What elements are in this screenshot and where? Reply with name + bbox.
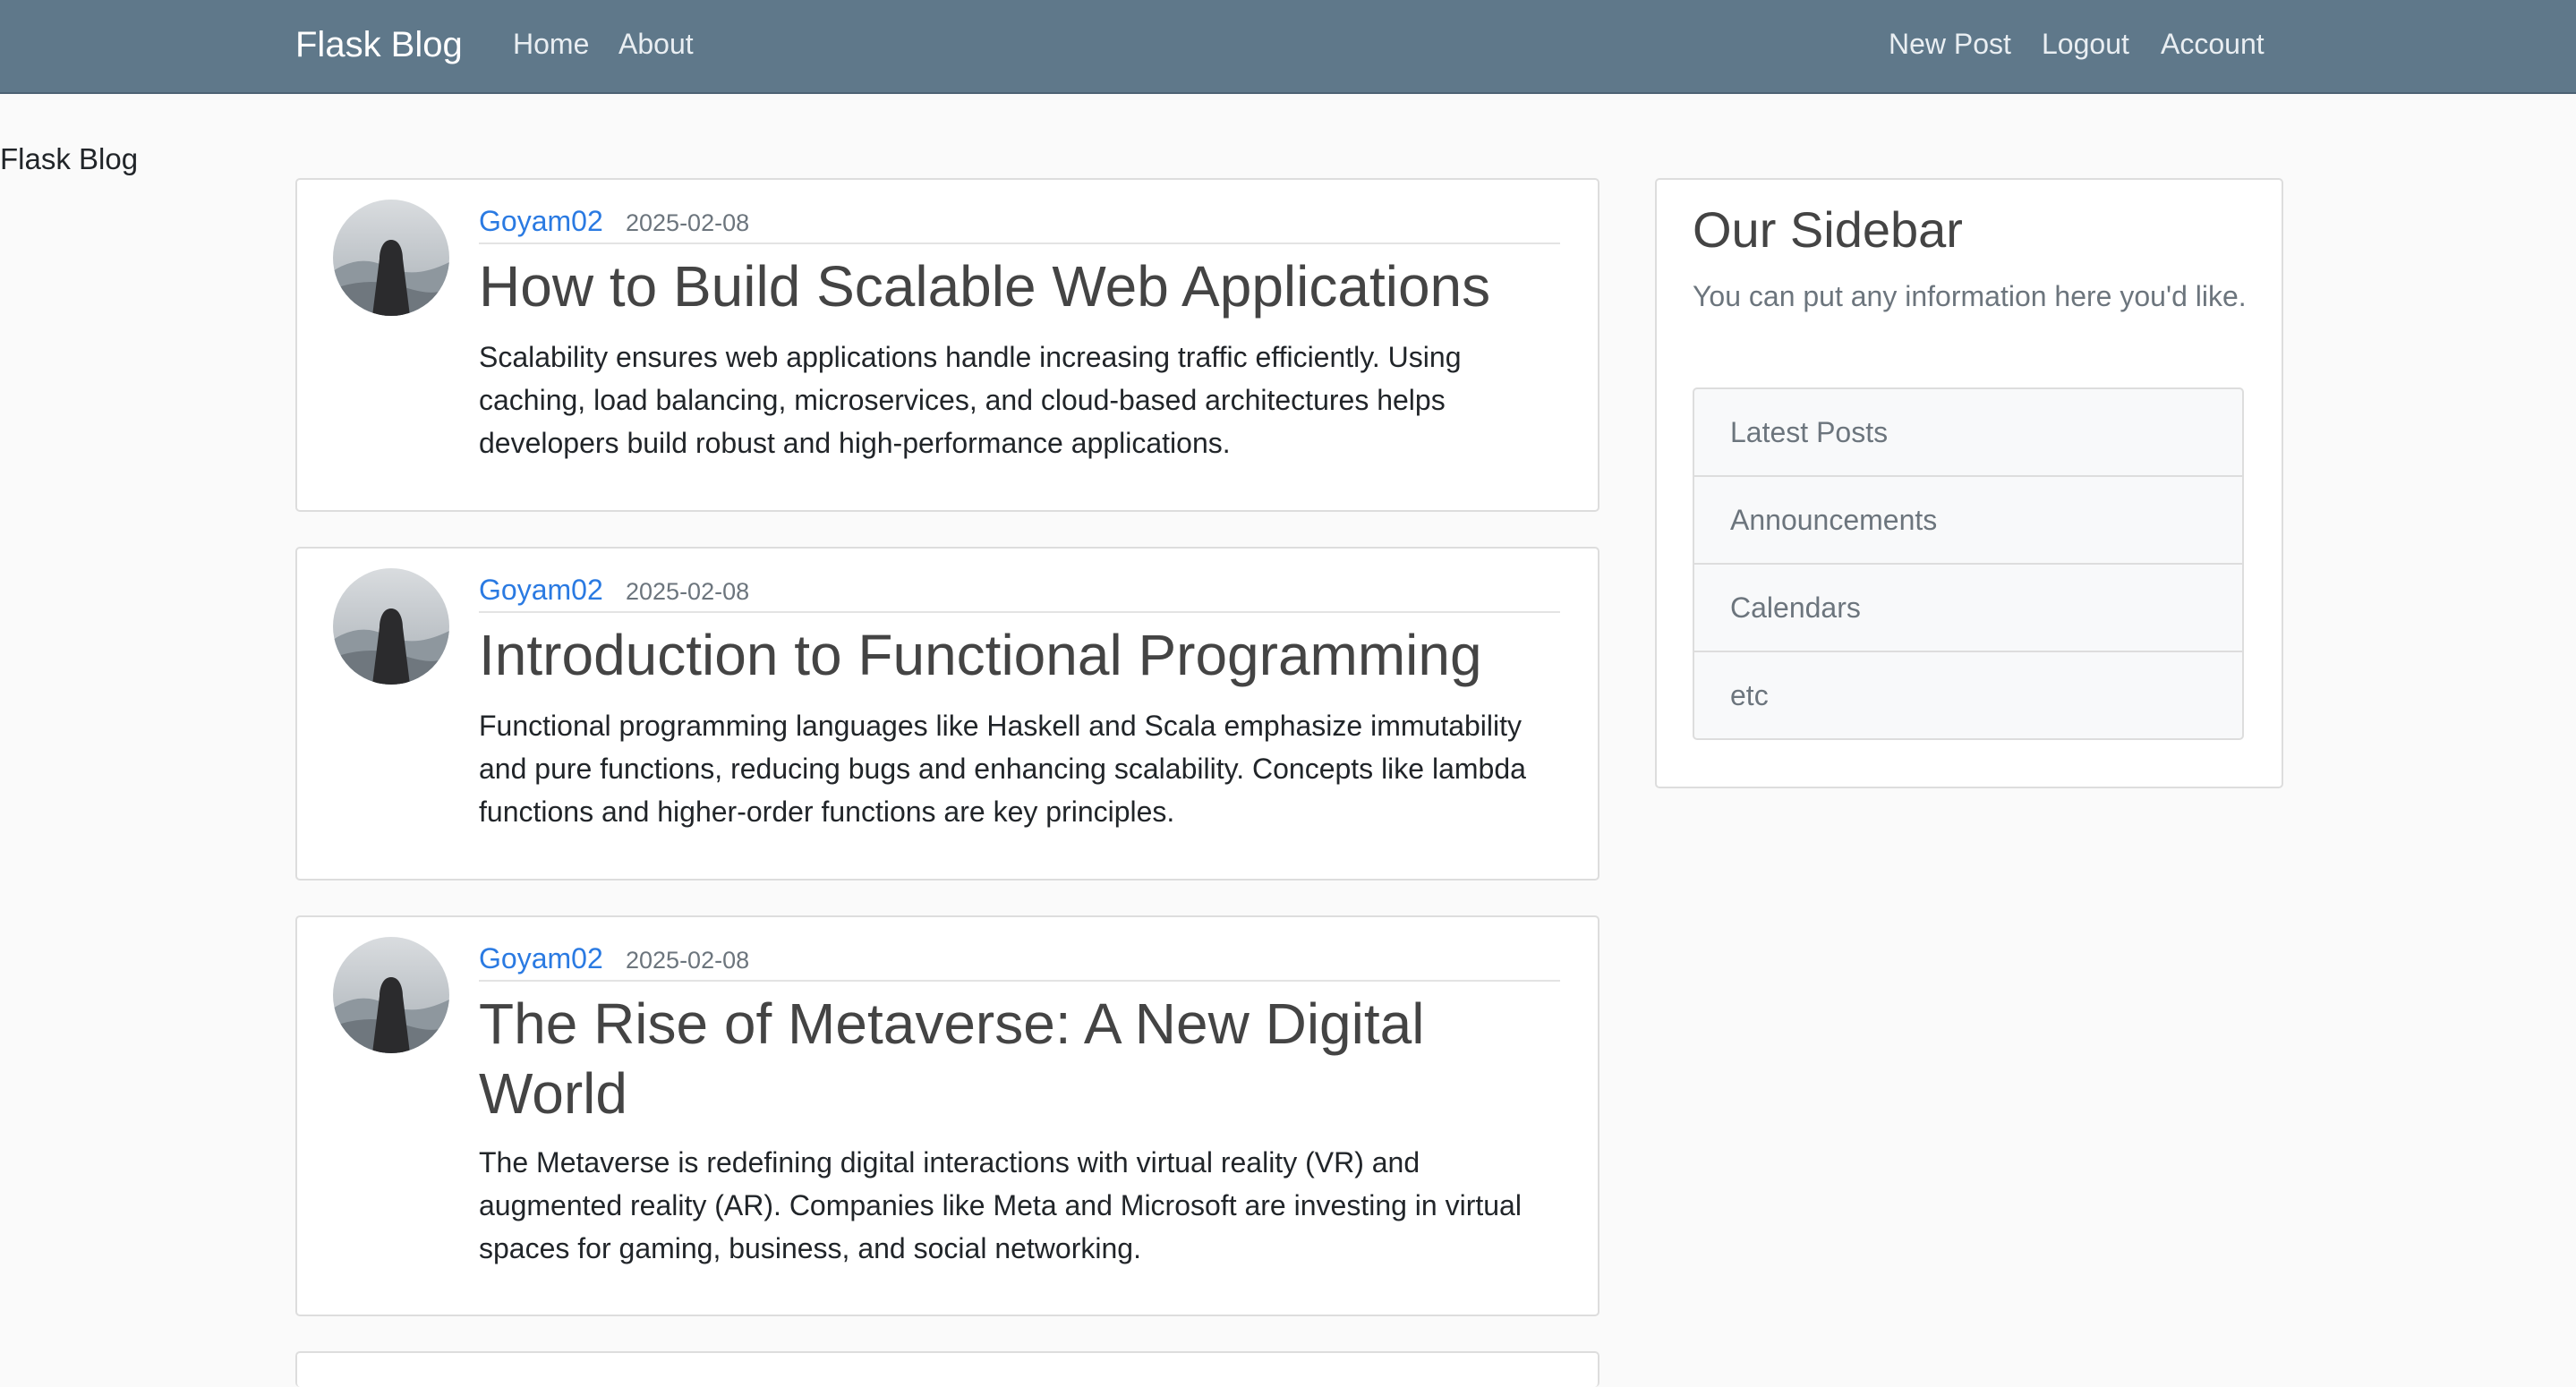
post-meta: Goyam02 2025-02-08	[479, 201, 1560, 244]
sidebar-item-latest-posts[interactable]: Latest Posts	[1694, 389, 2242, 477]
author-avatar[interactable]	[333, 200, 449, 316]
post-date: 2025-02-08	[626, 578, 750, 605]
nav-account-link[interactable]: Account	[2161, 23, 2265, 64]
brand-link[interactable]: Flask Blog	[295, 20, 463, 70]
post-title-link[interactable]: How to Build Scalable Web Applications	[479, 251, 1560, 321]
post-content: The Metaverse is redefining digital inte…	[479, 1146, 1522, 1264]
post-date: 2025-02-08	[626, 209, 750, 236]
nav-about-link[interactable]: About	[618, 23, 694, 64]
sidebar-item-calendars[interactable]: Calendars	[1694, 565, 2242, 652]
page-label: Flask Blog	[0, 142, 139, 175]
post-card: Goyam02 2025-02-08 Introduction to Funct…	[295, 547, 1599, 881]
sidebar-title: Our Sidebar	[1693, 201, 1963, 258]
post-meta: Goyam02 2025-02-08	[479, 939, 1560, 982]
sidebar-item-announcements[interactable]: Announcements	[1694, 477, 2242, 565]
post-title-link[interactable]: Introduction to Functional Programming	[479, 620, 1560, 690]
author-link[interactable]: Goyam02	[479, 570, 603, 609]
author-link[interactable]: Goyam02	[479, 939, 603, 978]
sidebar-text: You can put any information here you'd l…	[1693, 280, 2247, 312]
post-content: Scalability ensures web applications han…	[479, 341, 1462, 459]
post-card: Goyam02 2025-02-08 How to Build Scalable…	[295, 178, 1599, 512]
post-title-link[interactable]: The Rise of Metaverse: A New Digital Wor…	[479, 989, 1560, 1128]
sidebar: Our Sidebar You can put any information …	[1655, 178, 2283, 788]
post-content: Functional programming languages like Ha…	[479, 710, 1526, 828]
post-card	[295, 1351, 1599, 1387]
sidebar-item-etc[interactable]: etc	[1694, 652, 2242, 740]
nav-new-post-link[interactable]: New Post	[1889, 23, 2011, 64]
author-avatar[interactable]	[333, 937, 449, 1053]
post-card: Goyam02 2025-02-08 The Rise of Metaverse…	[295, 915, 1599, 1316]
author-link[interactable]: Goyam02	[479, 201, 603, 241]
post-date: 2025-02-08	[626, 947, 750, 974]
top-navbar: Flask Blog Home About New Post Logout Ac…	[0, 0, 2576, 94]
nav-logout-link[interactable]: Logout	[2042, 23, 2129, 64]
sidebar-list: Latest Posts Announcements Calendars etc	[1693, 387, 2244, 740]
post-meta: Goyam02 2025-02-08	[479, 570, 1560, 613]
author-avatar[interactable]	[333, 568, 449, 685]
nav-home-link[interactable]: Home	[513, 23, 589, 64]
